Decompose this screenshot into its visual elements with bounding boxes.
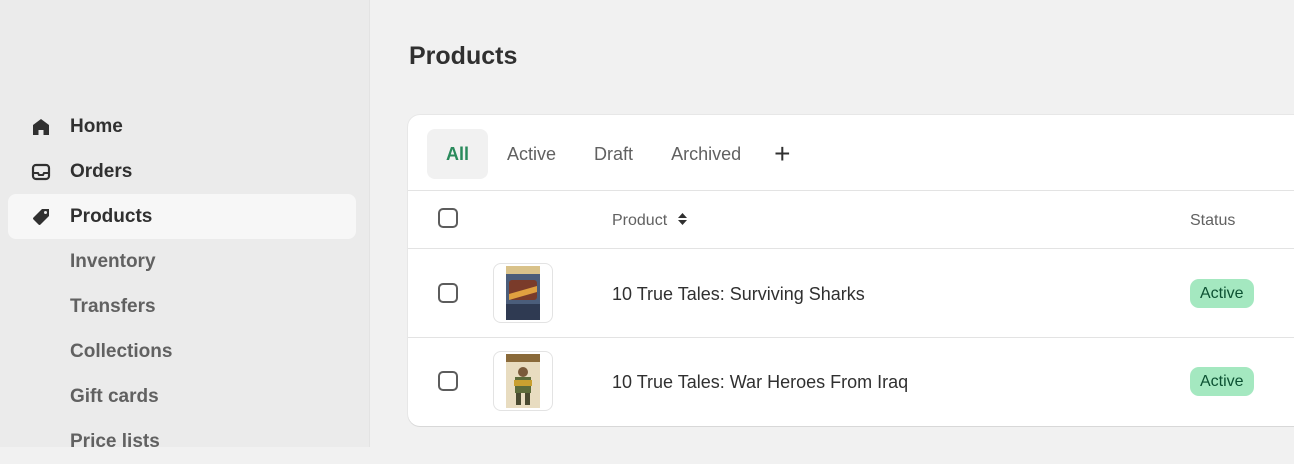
home-icon bbox=[30, 116, 52, 138]
sidebar-item-home[interactable]: Home bbox=[8, 104, 356, 149]
divider bbox=[408, 337, 1294, 338]
sidebar-item-orders[interactable]: Orders bbox=[8, 149, 356, 194]
sidebar-item-transfers[interactable]: Transfers bbox=[8, 284, 356, 329]
column-header-status[interactable]: Status bbox=[1190, 212, 1235, 230]
divider bbox=[408, 190, 1294, 191]
divider bbox=[408, 248, 1294, 249]
status-badge: Active bbox=[1190, 367, 1254, 396]
filter-tabs: All Active Draft Archived + bbox=[427, 129, 804, 179]
sidebar-nav: Home Orders Products Inventory Transfers… bbox=[8, 104, 356, 464]
select-all-checkbox[interactable] bbox=[438, 208, 458, 228]
sidebar-item-label: Collections bbox=[70, 340, 173, 362]
sidebar-item-label: Orders bbox=[70, 160, 133, 182]
sidebar-item-price-lists[interactable]: Price lists bbox=[8, 419, 356, 464]
tab-draft[interactable]: Draft bbox=[575, 129, 652, 179]
product-title[interactable]: 10 True Tales: Surviving Sharks bbox=[612, 284, 865, 305]
sidebar-item-inventory[interactable]: Inventory bbox=[8, 239, 356, 284]
sidebar-item-label: Products bbox=[70, 205, 153, 227]
sidebar-item-label: Price lists bbox=[70, 430, 160, 452]
products-card: All Active Draft Archived + Product Stat… bbox=[408, 115, 1294, 426]
status-badge: Active bbox=[1190, 279, 1254, 308]
sidebar-item-label: Transfers bbox=[70, 295, 156, 317]
row-checkbox[interactable] bbox=[438, 371, 458, 391]
page-title: Products bbox=[409, 42, 518, 70]
tag-icon bbox=[30, 206, 52, 228]
main-content: Products All Active Draft Archived + Pro… bbox=[371, 0, 1294, 447]
sidebar: Home Orders Products Inventory Transfers… bbox=[0, 0, 370, 452]
product-thumbnail bbox=[493, 351, 553, 411]
column-header-product[interactable]: Product bbox=[612, 212, 687, 230]
product-title[interactable]: 10 True Tales: War Heroes From Iraq bbox=[612, 372, 908, 393]
tab-archived[interactable]: Archived bbox=[652, 129, 760, 179]
inbox-icon bbox=[30, 161, 52, 183]
tab-all[interactable]: All bbox=[427, 129, 489, 179]
column-header-label: Product bbox=[612, 212, 668, 230]
row-checkbox[interactable] bbox=[438, 283, 458, 303]
sidebar-item-collections[interactable]: Collections bbox=[8, 329, 356, 374]
sidebar-item-gift-cards[interactable]: Gift cards bbox=[8, 374, 356, 419]
tab-active[interactable]: Active bbox=[488, 129, 575, 179]
product-thumbnail bbox=[493, 263, 553, 323]
sidebar-item-label: Inventory bbox=[70, 250, 156, 272]
sort-icon bbox=[677, 212, 687, 230]
add-view-button[interactable]: + bbox=[760, 129, 804, 179]
sidebar-item-label: Gift cards bbox=[70, 385, 159, 407]
sidebar-item-label: Home bbox=[70, 115, 123, 137]
sidebar-item-products[interactable]: Products bbox=[8, 194, 356, 239]
